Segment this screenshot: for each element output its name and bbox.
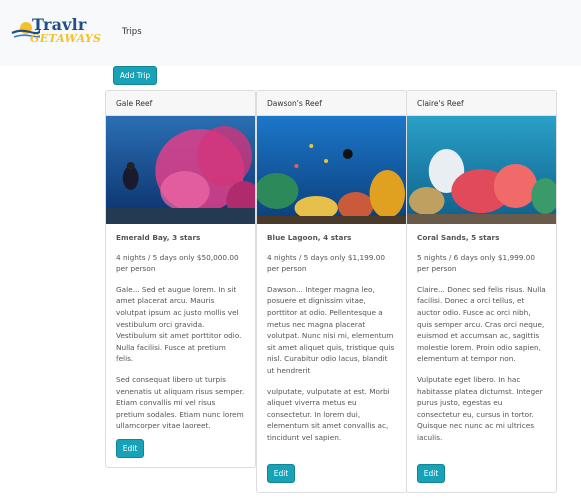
- trip-image: [407, 116, 556, 224]
- trip-card-title: Gale Reef: [106, 91, 255, 116]
- trip-description: Gale... Sed et augue lorem. In sit amet …: [116, 284, 245, 432]
- nav-link-trips[interactable]: Trips: [122, 27, 142, 37]
- trip-card-body: Coral Sands, 5 stars 5 nights / 6 days o…: [407, 224, 556, 444]
- trip-description-p2: Sed consequat libero ut turpis venenatis…: [116, 374, 245, 431]
- trip-card-title: Claire's Reef: [407, 91, 556, 116]
- trip-resort: Coral Sands, 5 stars: [417, 233, 500, 242]
- trip-card: Claire's Reef Coral Sands, 5 stars 5 nig…: [406, 90, 557, 493]
- trip-price: 5 nights / 6 days only $1,999.00 per per…: [417, 252, 536, 274]
- trip-card-body: Emerald Bay, 3 stars 4 nights / 5 days o…: [106, 224, 255, 432]
- edit-trip-button[interactable]: Edit: [267, 464, 295, 483]
- trip-image: [106, 116, 255, 224]
- brand-logo[interactable]: Travlr GETAWAYS: [10, 14, 106, 48]
- navbar: Travlr GETAWAYS Trips: [0, 0, 581, 66]
- edit-trip-button[interactable]: Edit: [417, 464, 445, 483]
- trip-price: 4 nights / 5 days only $50,000.00 per pe…: [116, 252, 239, 274]
- trip-description-p2: Vulputate eget libero. In hac habitasse …: [417, 374, 543, 442]
- trip-description-p1: Gale... Sed et augue lorem. In sit amet …: [116, 284, 242, 364]
- trip-card-title: Dawson's Reef: [257, 91, 406, 116]
- brand-subtitle: GETAWAYS: [30, 32, 102, 45]
- add-trip-button[interactable]: Add Trip: [113, 66, 157, 85]
- trip-description-p1: Claire... Donec sed felis risus. Nulla f…: [417, 284, 546, 364]
- trip-card: Dawson's Reef Blue Lagoon, 4 stars 4 nig…: [256, 90, 407, 493]
- trip-resort: Blue Lagoon, 4 stars: [267, 233, 352, 242]
- edit-trip-button[interactable]: Edit: [116, 439, 144, 458]
- trip-description-p1: Dawson... Integer magna leo, posuere et …: [267, 284, 395, 375]
- trip-card: Gale Reef Emerald Bay, 3 stars 4 nights …: [105, 90, 256, 468]
- trip-price: 4 nights / 5 days only $1,199.00 per per…: [267, 252, 386, 274]
- trip-resort: Emerald Bay, 3 stars: [116, 233, 201, 242]
- trip-description: Claire... Donec sed felis risus. Nulla f…: [417, 284, 546, 444]
- trip-card-body: Blue Lagoon, 4 stars 4 nights / 5 days o…: [257, 224, 406, 444]
- trip-description: Dawson... Integer magna leo, posuere et …: [267, 284, 396, 444]
- trip-description-p2: vulputate, vulputate at est. Morbi aliqu…: [267, 386, 390, 442]
- trip-image: [257, 116, 406, 224]
